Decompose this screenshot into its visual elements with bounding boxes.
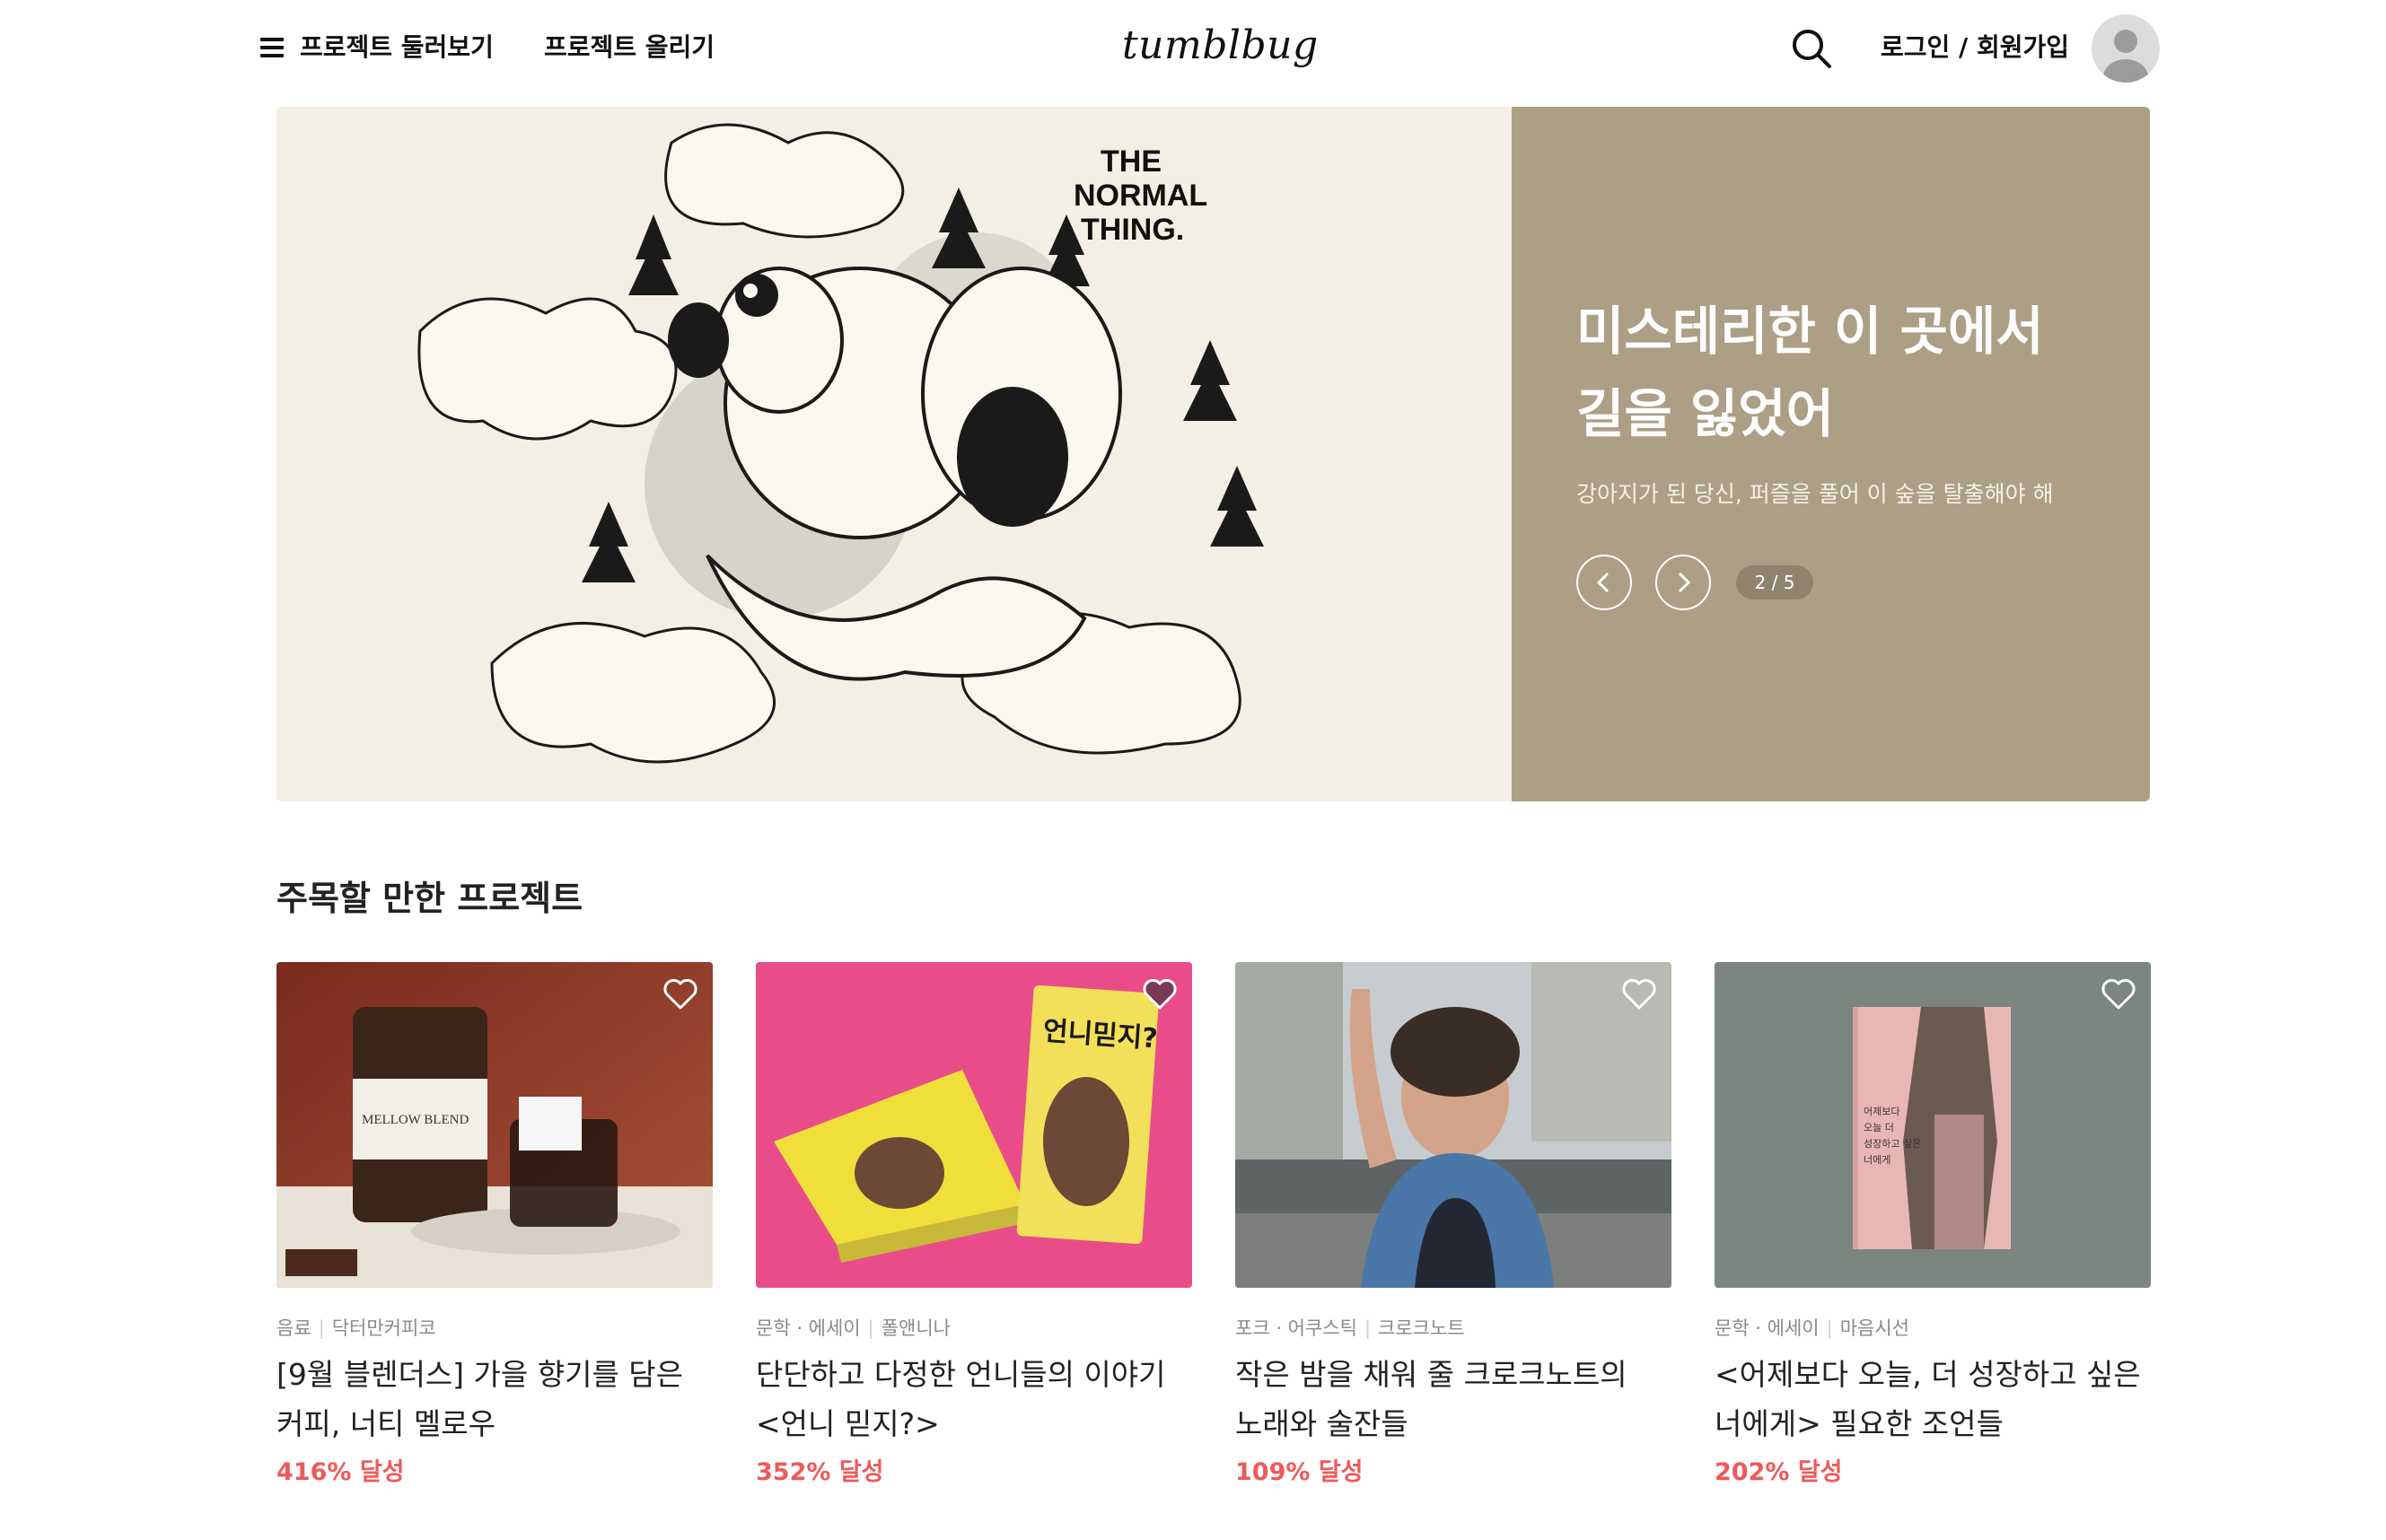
project-thumbnail[interactable]: MELLOW BLEND: [276, 962, 713, 1288]
avatar[interactable]: [2092, 14, 2160, 83]
project-title-line2: 노래와 술잔들: [1235, 1406, 1408, 1441]
menu-icon[interactable]: [260, 38, 284, 57]
project-creator[interactable]: 마음시선: [1840, 1317, 1909, 1339]
project-meta: 포크 · 어쿠스틱 | 크로크노트: [1235, 1317, 1465, 1339]
project-title[interactable]: [9월 블렌더스] 가을 향기를 담은 커피, 너티 멜로우: [276, 1350, 713, 1448]
project-title-line1: 작은 밤을 채워 줄 크로크노트의: [1235, 1357, 1627, 1392]
chevron-right-icon: [1678, 572, 1691, 593]
logo[interactable]: tumblbug: [1122, 18, 1318, 74]
project-title-line2: <언니 믿지?>: [756, 1406, 940, 1441]
project-category[interactable]: 문학 · 에세이: [1715, 1317, 1820, 1339]
section-title: 주목할 만한 프로젝트: [276, 879, 583, 918]
project-title[interactable]: 단단하고 다정한 언니들의 이야기 <언니 믿지?>: [756, 1350, 1192, 1448]
project-meta: 문학 · 에세이 | 마음시선: [1715, 1317, 1909, 1339]
project-title-line1: [9월 블렌더스] 가을 향기를 담은: [276, 1357, 684, 1392]
project-thumbnail[interactable]: 어제보다 오늘 더 성장하고 싶은 너에게: [1715, 962, 2151, 1288]
project-title-line1: <어제보다 오늘, 더 성장하고 싶은: [1715, 1357, 2141, 1392]
hero-title-line1: 미스테리한 이 곳에서: [1576, 301, 2044, 362]
hero-info-panel: 미스테리한 이 곳에서 길을 잃었어 강아지가 된 당신, 퍼즐을 풀어 이 숲…: [1512, 107, 2150, 801]
project-creator[interactable]: 폴앤니나: [882, 1317, 951, 1339]
project-title-line2: 커피, 너티 멜로우: [276, 1406, 496, 1441]
project-thumbnail[interactable]: [1235, 962, 1671, 1288]
project-achievement: 352% 달성: [756, 1458, 884, 1486]
slide-counter: 2 / 5: [1736, 565, 1813, 599]
project-title-line2: 너에게> 필요한 조언들: [1715, 1406, 2004, 1441]
hero-subtitle: 강아지가 된 당신, 퍼즐을 풀어 이 숲을 탈출해야 해: [1576, 481, 2054, 507]
project-title-line1: 단단하고 다정한 언니들의 이야기: [756, 1357, 1166, 1392]
nav-upload-project[interactable]: 프로젝트 올리기: [544, 27, 715, 68]
project-creator[interactable]: 크로크노트: [1378, 1317, 1465, 1339]
heart-icon[interactable]: [1621, 976, 1657, 1011]
project-meta: 문학 · 에세이 | 폴앤니나: [756, 1317, 951, 1339]
search-icon[interactable]: [1790, 27, 1833, 70]
hero-title: 미스테리한 이 곳에서 길을 잃었어: [1576, 290, 2115, 455]
project-category[interactable]: 문학 · 에세이: [756, 1317, 861, 1339]
project-title[interactable]: 작은 밤을 채워 줄 크로크노트의 노래와 술잔들: [1235, 1350, 1671, 1448]
heart-icon[interactable]: [662, 976, 698, 1011]
project-achievement: 202% 달성: [1715, 1458, 1843, 1486]
hero-banner[interactable]: THE NORMAL THING. 미스테리한 이 곳에서 길을 잃었어 강아지가 …: [276, 107, 2150, 801]
project-category[interactable]: 포크 · 어쿠스틱: [1235, 1317, 1357, 1339]
next-slide-button[interactable]: [1655, 555, 1711, 610]
chevron-left-icon: [1596, 572, 1610, 593]
heart-icon[interactable]: [2101, 976, 2136, 1011]
hero-illustration: THE NORMAL THING.: [276, 107, 1512, 801]
project-title[interactable]: <어제보다 오늘, 더 성장하고 싶은 너에게> 필요한 조언들: [1715, 1350, 2151, 1448]
heart-icon[interactable]: [1142, 976, 1178, 1011]
project-meta: 음료 | 닥터만커피코: [276, 1317, 436, 1339]
login-signup-link[interactable]: 로그인 / 회원가입: [1881, 27, 2069, 68]
project-thumbnail[interactable]: 언니믿지?: [756, 962, 1192, 1288]
project-category[interactable]: 음료: [276, 1317, 311, 1339]
project-achievement: 109% 달성: [1235, 1458, 1364, 1486]
card-art-text: MELLOW BLEND: [362, 1113, 469, 1127]
nav-browse-projects[interactable]: 프로젝트 둘러보기: [300, 27, 494, 68]
prev-slide-button[interactable]: [1576, 555, 1632, 610]
project-creator[interactable]: 닥터만커피코: [332, 1317, 436, 1339]
hero-title-line2: 길을 잃었어: [1576, 383, 1834, 444]
project-achievement: 416% 달성: [276, 1458, 405, 1486]
